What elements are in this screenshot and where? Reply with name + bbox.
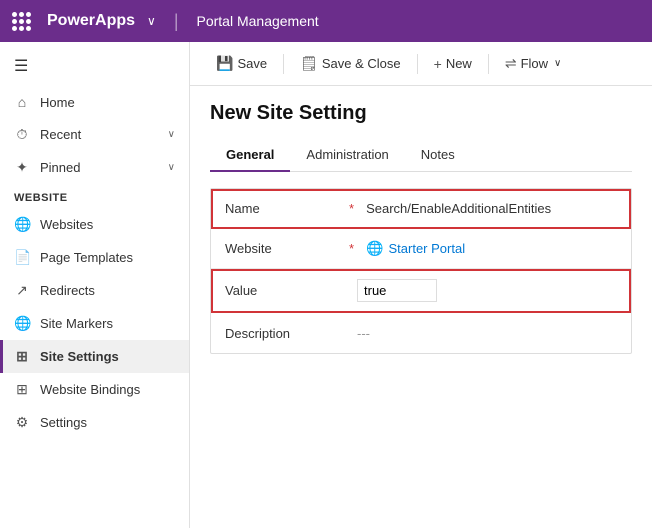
pinned-chevron-icon: ∨	[168, 162, 175, 173]
sidebar-item-recent[interactable]: ⏱ Recent ∨	[0, 118, 189, 151]
value-row: Value	[211, 269, 631, 313]
sidebar-recent-label: Recent	[40, 127, 158, 142]
site-markers-icon: 🌐	[14, 315, 30, 332]
pinned-icon: ✦	[14, 159, 30, 176]
website-link-text: Starter Portal	[389, 241, 466, 256]
layout: ☰ ⌂ Home ⏱ Recent ∨ ✦ Pinned ∨ Website 🌐…	[0, 42, 652, 528]
value-input[interactable]	[357, 279, 437, 302]
sidebar-page-templates-label: Page Templates	[40, 250, 175, 265]
website-bindings-icon: ⊞	[14, 381, 30, 398]
app-grid-icon[interactable]	[12, 12, 31, 31]
sidebar-item-site-markers[interactable]: 🌐 Site Markers	[0, 307, 189, 340]
app-name: PowerApps	[47, 12, 135, 30]
command-bar: 💾 Save 🗒 Save & Close + New ⇌ Flow ∨	[190, 42, 652, 86]
sidebar-home-label: Home	[40, 95, 175, 110]
topbar-separator: |	[174, 11, 179, 32]
new-label: New	[446, 56, 472, 71]
sidebar-item-site-settings[interactable]: ⊞ Site Settings	[0, 340, 189, 373]
sidebar-item-settings[interactable]: ⚙ Settings	[0, 406, 189, 439]
sidebar-settings-label: Settings	[40, 415, 175, 430]
new-icon: +	[434, 56, 442, 72]
save-icon: 💾	[216, 55, 233, 72]
cmd-separator-2	[417, 54, 418, 74]
main-content: 💾 Save 🗒 Save & Close + New ⇌ Flow ∨ New…	[190, 42, 652, 528]
new-button[interactable]: + New	[424, 51, 482, 77]
hamburger-button[interactable]: ☰	[0, 46, 189, 86]
page-content: New Site Setting General Administration …	[190, 86, 652, 528]
flow-chevron-icon: ∨	[554, 58, 561, 69]
sidebar-redirects-label: Redirects	[40, 283, 175, 298]
cmd-separator-3	[488, 54, 489, 74]
save-close-label: Save & Close	[322, 56, 401, 71]
save-button[interactable]: 💾 Save	[206, 50, 277, 77]
sidebar-website-bindings-label: Website Bindings	[40, 382, 175, 397]
settings-icon: ⚙	[14, 414, 30, 431]
flow-icon: ⇌	[505, 55, 517, 72]
sidebar-item-home[interactable]: ⌂ Home	[0, 86, 189, 118]
value-label: Value	[225, 283, 345, 298]
recent-chevron-icon: ∨	[168, 129, 175, 140]
description-row: Description ---	[211, 313, 631, 353]
website-required-indicator: *	[349, 241, 354, 256]
name-row: Name * Search/EnableAdditionalEntities	[211, 189, 631, 229]
sidebar-pinned-label: Pinned	[40, 160, 158, 175]
tab-administration[interactable]: Administration	[290, 139, 404, 172]
recent-icon: ⏱	[14, 126, 30, 143]
name-value: Search/EnableAdditionalEntities	[366, 201, 617, 216]
sidebar-item-websites[interactable]: 🌐 Websites	[0, 208, 189, 241]
portal-name: Portal Management	[197, 13, 319, 29]
tab-general[interactable]: General	[210, 139, 290, 172]
page-title: New Site Setting	[210, 102, 632, 125]
site-settings-icon: ⊞	[14, 348, 30, 365]
sidebar-websites-label: Websites	[40, 217, 175, 232]
app-chevron-icon[interactable]: ∨	[147, 14, 156, 28]
sidebar-item-redirects[interactable]: ↗ Redirects	[0, 274, 189, 307]
save-close-button[interactable]: 🗒 Save & Close	[290, 50, 411, 77]
website-row: Website * 🌐 Starter Portal	[211, 229, 631, 269]
sidebar-item-website-bindings[interactable]: ⊞ Website Bindings	[0, 373, 189, 406]
description-value: ---	[357, 326, 617, 341]
home-icon: ⌂	[14, 94, 30, 110]
save-label: Save	[237, 56, 267, 71]
sidebar-item-page-templates[interactable]: 📄 Page Templates	[0, 241, 189, 274]
website-section-label: Website	[0, 184, 189, 208]
globe-icon: 🌐	[366, 240, 383, 257]
websites-icon: 🌐	[14, 216, 30, 233]
flow-label: Flow	[521, 56, 548, 71]
topbar: PowerApps ∨ | Portal Management	[0, 0, 652, 42]
website-label: Website	[225, 241, 345, 256]
sidebar: ☰ ⌂ Home ⏱ Recent ∨ ✦ Pinned ∨ Website 🌐…	[0, 42, 190, 528]
name-label: Name	[225, 201, 345, 216]
save-close-icon: 🗒	[300, 55, 318, 72]
form-section: Name * Search/EnableAdditionalEntities W…	[210, 188, 632, 354]
sidebar-site-markers-label: Site Markers	[40, 316, 175, 331]
sidebar-item-pinned[interactable]: ✦ Pinned ∨	[0, 151, 189, 184]
redirects-icon: ↗	[14, 282, 30, 299]
tab-notes[interactable]: Notes	[405, 139, 471, 172]
description-label: Description	[225, 326, 345, 341]
tabs: General Administration Notes	[210, 139, 632, 172]
cmd-separator-1	[283, 54, 284, 74]
page-templates-icon: 📄	[14, 249, 30, 266]
flow-button[interactable]: ⇌ Flow ∨	[495, 50, 572, 77]
website-value[interactable]: 🌐 Starter Portal	[366, 240, 617, 257]
name-required-indicator: *	[349, 201, 354, 216]
sidebar-site-settings-label: Site Settings	[40, 349, 175, 364]
